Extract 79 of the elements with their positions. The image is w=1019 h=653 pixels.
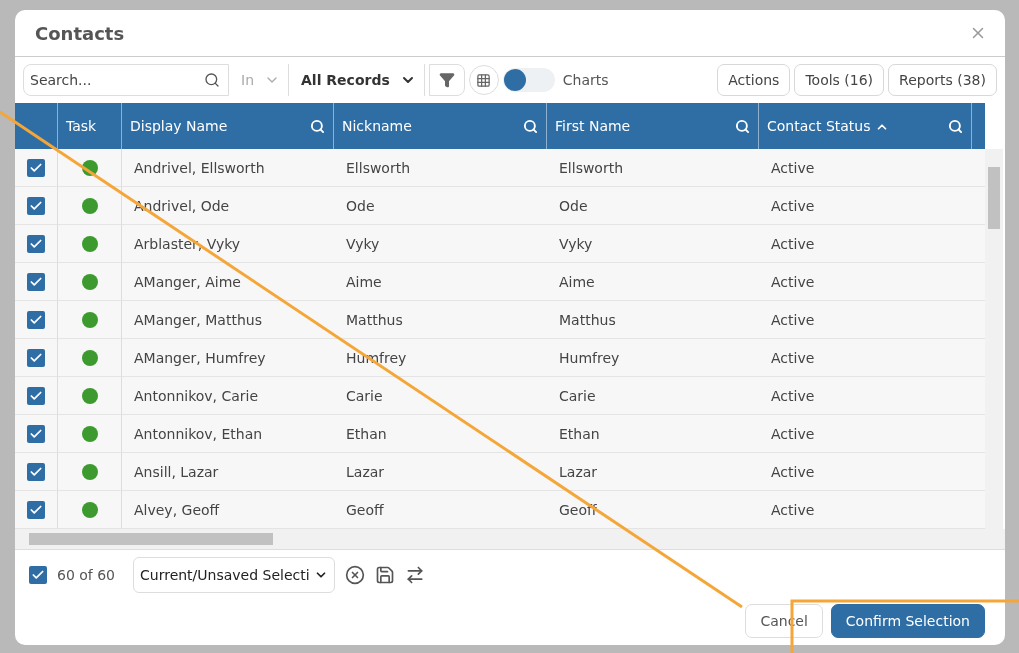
toolbar-button[interactable]: Reports (38) [888, 64, 997, 96]
nickname-cell: Ethan [334, 415, 547, 453]
charts-toggle[interactable] [502, 68, 555, 92]
selection-count: 60 of 60 [57, 567, 116, 583]
search-field[interactable]: Search... [23, 64, 229, 96]
first-name-cell: Carie [547, 377, 759, 415]
display-name-cell: AManger, Aime [122, 263, 334, 301]
column-title: Nickname [342, 118, 412, 134]
status-cell: Active [759, 339, 972, 377]
column-search-icon[interactable] [948, 118, 963, 134]
row-checkbox[interactable] [27, 158, 45, 177]
save-icon[interactable] [374, 565, 395, 585]
first-name-cell: Matthus [547, 301, 759, 339]
nickname-cell: Aime [334, 263, 547, 301]
nickname-cell: Geoff [334, 491, 547, 529]
nickname-cell: Lazar [334, 453, 547, 491]
grid-icon [476, 72, 492, 88]
row-checkbox[interactable] [27, 424, 45, 443]
nickname-cell: Matthus [334, 301, 547, 339]
first-name-cell: Aime [547, 263, 759, 301]
nickname-cell: Ellsworth [334, 149, 547, 187]
display-name-cell: Andrivel, Ellsworth [122, 149, 334, 187]
toolbar-button[interactable]: Tools (16) [794, 64, 885, 96]
row-checkbox[interactable] [27, 310, 45, 329]
column-header [15, 103, 58, 149]
status-cell: Active [759, 225, 972, 263]
row-checkbox[interactable] [27, 462, 45, 481]
records-dropdown[interactable]: All Records [293, 64, 425, 96]
column-title: Contact Status [767, 118, 889, 134]
nickname-cell: Vyky [334, 225, 547, 263]
check-icon [31, 568, 45, 582]
first-name-cell: Ode [547, 187, 759, 225]
row-checkbox[interactable] [27, 234, 45, 253]
select-all-checkbox[interactable] [29, 566, 47, 584]
confirm-button[interactable]: Confirm Selection [830, 604, 985, 638]
clear-icon[interactable] [344, 565, 365, 585]
column-header: Task [58, 103, 122, 149]
column-header[interactable]: Contact Status [759, 103, 972, 149]
status-cell: Active [759, 301, 972, 339]
row-checkbox[interactable] [27, 386, 45, 405]
display-name-cell: Alvey, Geoff [122, 491, 334, 529]
column-header[interactable]: First Name [547, 103, 759, 149]
status-cell: Active [759, 453, 972, 491]
first-name-cell: Vyky [547, 225, 759, 263]
column-header[interactable]: Display Name [122, 103, 334, 149]
filter-icon [438, 72, 455, 88]
search-icon [204, 72, 220, 88]
first-name-cell: Lazar [547, 453, 759, 491]
status-cell: Active [759, 415, 972, 453]
nickname-cell: Ode [334, 187, 547, 225]
display-name-cell: AManger, Humfrey [122, 339, 334, 377]
first-name-cell: Ethan [547, 415, 759, 453]
display-name-cell: Ansill, Lazar [122, 453, 334, 491]
row-checkbox[interactable] [27, 500, 45, 519]
status-cell: Active [759, 149, 972, 187]
column-title: First Name [555, 118, 631, 134]
row-checkbox[interactable] [27, 196, 45, 215]
first-name-cell: Humfrey [547, 339, 759, 377]
status-cell: Active [759, 377, 972, 415]
column-search-icon[interactable] [735, 118, 750, 134]
dialog-title: Contacts [35, 22, 125, 44]
selection-dropdown[interactable]: Current/Unsaved Selecti [133, 557, 335, 593]
column-header[interactable]: Nickname [334, 103, 547, 149]
status-cell: Active [759, 187, 972, 225]
filter-button[interactable] [428, 64, 465, 96]
display-name-cell: Antonnikov, Carie [122, 377, 334, 415]
row-checkbox[interactable] [27, 272, 45, 291]
first-name-cell: Ellsworth [547, 149, 759, 187]
charts-label: Charts [562, 72, 609, 88]
status-cell: Active [759, 263, 972, 301]
column-title: Display Name [130, 118, 228, 134]
nickname-cell: Carie [334, 377, 547, 415]
toolbar-button[interactable]: Actions [717, 64, 791, 96]
status-cell: Active [759, 491, 972, 529]
display-name-cell: Antonnikov, Ethan [122, 415, 334, 453]
column-search-icon[interactable] [523, 118, 538, 134]
column-search-icon[interactable] [310, 118, 325, 134]
display-name-cell: AManger, Matthus [122, 301, 334, 339]
row-checkbox[interactable] [27, 348, 45, 367]
